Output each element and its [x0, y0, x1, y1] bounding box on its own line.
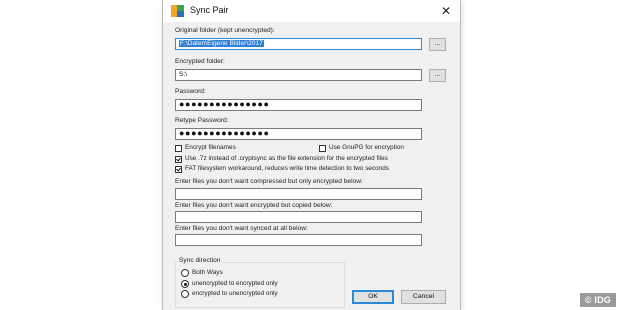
encrypted-folder-value: S:\ [179, 71, 188, 78]
radio-unencrypted-to-encrypted[interactable] [181, 280, 189, 288]
use-gnupg-checkbox[interactable] [319, 145, 326, 152]
compressed-only-field[interactable] [175, 188, 422, 200]
radio-encrypted-to-unencrypted-label: encrypted to unencrypted only [192, 290, 278, 297]
encrypted-folder-label: Encrypted folder: [175, 58, 225, 65]
retype-password-label: Retype Password: [175, 117, 229, 124]
image-credit: © IDG [579, 293, 616, 307]
browse-original-button[interactable]: ... [429, 38, 446, 51]
not-synced-field[interactable] [175, 234, 422, 246]
password-field[interactable]: ●●●●●●●●●●●●●●● [175, 99, 422, 111]
retype-password-field[interactable]: ●●●●●●●●●●●●●●● [175, 128, 422, 140]
original-folder-label: Original folder (kept unencrypted): [175, 27, 275, 34]
copied-only-label: Enter files you don't want encrypted but… [175, 202, 333, 209]
not-synced-label: Enter files you don't want synced at all… [175, 225, 308, 232]
sync-pair-dialog: Sync Pair ✕ Original folder (kept unencr… [163, 0, 460, 310]
browse-encrypted-button[interactable]: ... [429, 69, 446, 82]
encrypted-folder-field[interactable]: S:\ [175, 69, 422, 81]
use-7z-checkbox[interactable] [175, 156, 182, 163]
original-folder-value: F:\Daten\Eigene Bilder\2017 [179, 40, 264, 47]
title-bar: Sync Pair ✕ [163, 0, 460, 22]
encrypt-filenames-checkbox[interactable] [175, 145, 182, 152]
original-folder-field[interactable]: F:\Daten\Eigene Bilder\2017 [175, 38, 422, 50]
use-7z-label: Use .7z instead of .cryptsync as the fil… [185, 155, 388, 162]
copied-only-field[interactable] [175, 211, 422, 223]
compressed-only-label: Enter files you don't want compressed bu… [175, 178, 363, 185]
close-icon[interactable]: ✕ [432, 0, 460, 22]
radio-both-ways[interactable] [181, 269, 189, 277]
sync-direction-title: Sync direction [177, 257, 223, 264]
fat-workaround-label: FAT filesystem workaround, reduces write… [185, 165, 389, 172]
fat-workaround-checkbox[interactable] [175, 166, 182, 173]
use-gnupg-label: Use GnuPG for encryption [329, 144, 404, 151]
encrypt-filenames-label: Encrypt filenames [185, 144, 236, 151]
app-logo-icon [171, 5, 184, 17]
cancel-button[interactable]: Cancel [401, 290, 446, 304]
radio-unencrypted-to-encrypted-label: unencrypted to encrypted only [192, 280, 278, 287]
window-title: Sync Pair [190, 5, 229, 15]
radio-encrypted-to-unencrypted[interactable] [181, 290, 189, 298]
ok-button[interactable]: OK [352, 290, 394, 304]
password-label: Password: [175, 88, 206, 95]
radio-both-ways-label: Both Ways [192, 269, 223, 276]
